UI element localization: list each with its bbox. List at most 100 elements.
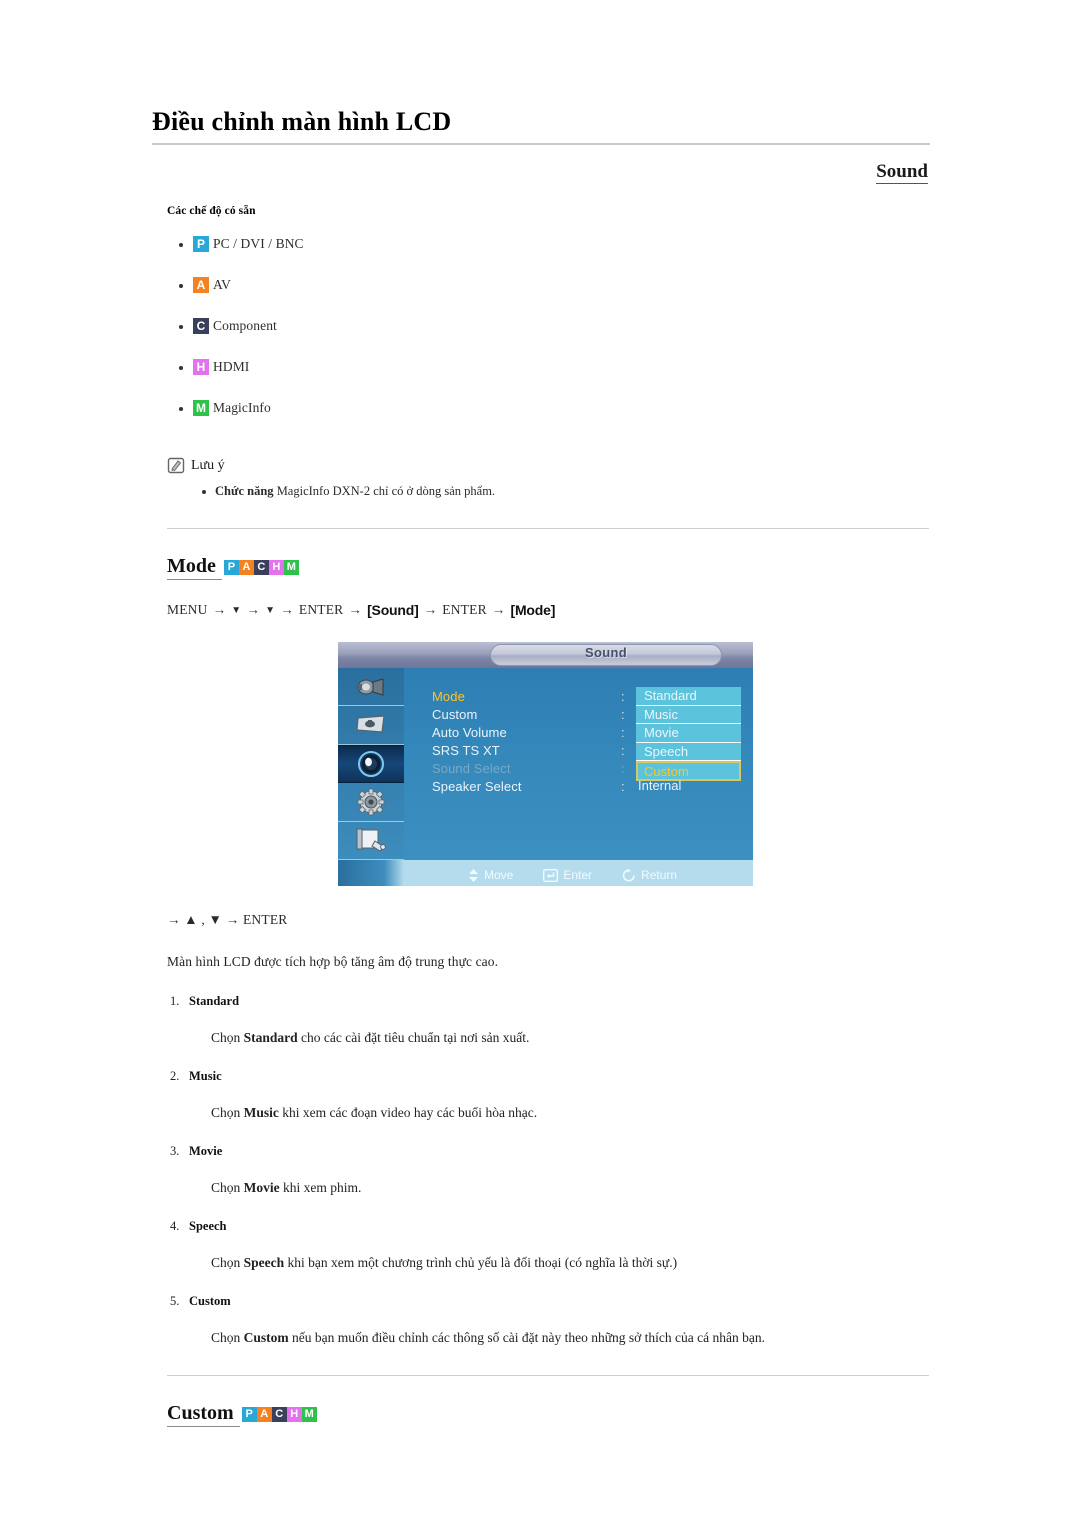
menu-path-enter: ENTER xyxy=(298,602,344,617)
list-item: M MagicInfo xyxy=(179,399,929,417)
osd-mode-dropdown[interactable]: Standard Music Movie Speech Custom xyxy=(636,687,741,781)
list-item-label: PC / DVI / BNC xyxy=(213,236,304,251)
hdmi-badge-icon: H xyxy=(193,359,209,375)
list-item-label: AV xyxy=(213,277,231,292)
magicinfo-badge-icon: M xyxy=(283,560,299,575)
pc-badge-icon: P xyxy=(241,1407,257,1422)
osd-footer-notch xyxy=(338,860,404,886)
osd-colon: : xyxy=(621,779,625,794)
arrow-right-icon: → xyxy=(246,602,261,617)
note-item-text: MagicInfo DXN-2 chỉ có ở dòng sản phẩm. xyxy=(273,484,496,498)
mode-badges: P A C H M xyxy=(223,560,299,575)
note-title: Lưu ý xyxy=(191,458,225,473)
osd-title: Sound xyxy=(585,645,627,660)
mode-option-title: Movie xyxy=(189,1144,223,1158)
osd-hint-label: Return xyxy=(641,868,678,882)
mode-option-body: Chọn Speech khi bạn xem một chương trình… xyxy=(211,1255,678,1270)
osd-field-srs-ts-xt[interactable]: SRS TS XT xyxy=(432,742,612,760)
component-badge-icon: C xyxy=(253,560,269,575)
mode-option-title: Music xyxy=(189,1069,222,1083)
list-item-label: HDMI xyxy=(213,359,250,374)
osd-footer-hints: Move Enter Return xyxy=(468,868,677,882)
note-items: Chức năng MagicInfo DXN-2 chỉ có ở dòng … xyxy=(167,483,929,500)
osd-option-music[interactable]: Music xyxy=(636,705,741,724)
pc-badge-icon: P xyxy=(223,560,239,575)
hdmi-badge-icon: H xyxy=(286,1407,302,1422)
menu-path-start: MENU xyxy=(167,602,208,617)
osd-colon: : xyxy=(621,725,625,740)
custom-badges: P A C H M xyxy=(241,1407,317,1422)
osd-colon-column: : : : : : : xyxy=(621,688,625,796)
osd-menu: Sound Mode Custom Auto Volume SRS TS XT … xyxy=(338,642,753,886)
section-divider xyxy=(167,528,929,529)
osd-hint-label: Move xyxy=(484,868,514,882)
osd-colon: : xyxy=(621,743,625,758)
component-badge-icon: C xyxy=(271,1407,287,1422)
arrow-right-icon: → xyxy=(280,602,294,617)
document-header: Điều chỉnh màn hình LCD Sound xyxy=(152,107,930,184)
menu-path-mode-token: [Mode] xyxy=(510,602,556,618)
note-header: Lưu ý xyxy=(167,457,929,475)
arrow-down-icon: ▼ xyxy=(265,604,276,616)
osd-sidebar-item-picture[interactable] xyxy=(338,706,404,745)
list-item: A AV xyxy=(179,276,929,294)
menu-path-sound-token: [Sound] xyxy=(367,602,419,618)
list-item: H HDMI xyxy=(179,358,929,376)
menu-path-enter: ENTER xyxy=(442,602,487,617)
mode-options-list: Standard Chọn Standard cho các cài đặt t… xyxy=(167,994,929,1347)
osd-field-custom[interactable]: Custom xyxy=(432,706,612,724)
mode-option-body: Chọn Music khi xem các đoạn video hay cá… xyxy=(211,1105,538,1120)
section-divider xyxy=(167,1375,929,1376)
osd-colon: : xyxy=(621,707,625,722)
list-item: P PC / DVI / BNC xyxy=(179,235,929,253)
mode-option-body: Chọn Standard cho các cài đặt tiêu chuẩn… xyxy=(211,1030,530,1045)
custom-heading-text: Custom xyxy=(167,1402,240,1427)
document-page: Điều chỉnh màn hình LCD Sound Các chế độ… xyxy=(0,0,1080,1527)
osd-screenshot-wrapper: Sound Mode Custom Auto Volume SRS TS XT … xyxy=(338,642,753,886)
available-modes-list: P PC / DVI / BNC A AV C Component H HDMI… xyxy=(167,235,929,417)
sound-speaker-icon xyxy=(358,750,384,777)
osd-sidebar xyxy=(338,668,404,860)
menu-navigation-path: MENU → ▼ → ▼ → ENTER → [Sound] → ENTER →… xyxy=(167,602,929,618)
enter-key-icon xyxy=(543,868,559,882)
osd-option-movie[interactable]: Movie xyxy=(636,724,741,743)
osd-option-speech[interactable]: Speech xyxy=(636,742,741,761)
osd-field-auto-volume[interactable]: Auto Volume xyxy=(432,724,612,742)
av-badge-icon: A xyxy=(238,560,254,575)
arrow-down-icon: ▼ xyxy=(231,604,242,616)
list-item: Music Chọn Music khi xem các đoạn video … xyxy=(170,1069,929,1122)
key-navigation-path: → ▲ , ▼ → ENTER xyxy=(167,912,288,927)
list-item-label: MagicInfo xyxy=(213,400,271,415)
osd-sidebar-item-setup[interactable] xyxy=(338,783,404,822)
osd-hint-move: Move xyxy=(468,868,513,882)
input-source-icon xyxy=(357,678,384,696)
picture-screen-icon xyxy=(356,715,385,733)
list-item: Standard Chọn Standard cho các cài đặt t… xyxy=(170,994,929,1047)
mode-description: Màn hình LCD được tích hợp bộ tăng âm độ… xyxy=(167,954,499,969)
mode-option-body: Chọn Movie khi xem phim. xyxy=(211,1180,362,1195)
list-item-label: Component xyxy=(213,318,277,333)
title-divider xyxy=(152,142,930,145)
osd-sidebar-item-multicontrol[interactable] xyxy=(338,822,404,860)
arrow-right-icon: → xyxy=(491,602,506,617)
list-item: Movie Chọn Movie khi xem phim. xyxy=(170,1144,929,1197)
osd-sidebar-item-input[interactable] xyxy=(338,668,404,707)
page-title: Điều chỉnh màn hình LCD xyxy=(152,107,452,136)
osd-sidebar-item-sound[interactable] xyxy=(338,744,404,784)
osd-hint-label: Enter xyxy=(563,868,593,882)
osd-hint-enter: Enter xyxy=(543,868,592,882)
osd-option-standard[interactable]: Standard xyxy=(636,687,741,706)
osd-field-speaker-select[interactable]: Speaker Select xyxy=(432,778,612,796)
multi-control-icon xyxy=(356,828,386,852)
setup-gear-icon xyxy=(357,788,385,816)
osd-field-sound-select: Sound Select xyxy=(432,761,511,776)
section-title: Sound xyxy=(876,160,928,184)
note-item-bold: Chức năng xyxy=(215,484,274,498)
arrow-right-icon: → xyxy=(348,602,363,617)
mode-option-title: Custom xyxy=(189,1294,231,1308)
osd-colon: : xyxy=(621,689,625,704)
updown-arrow-icon xyxy=(469,868,478,882)
osd-field-mode[interactable]: Mode xyxy=(432,688,612,706)
osd-field-labels: Mode Custom Auto Volume SRS TS XT Sound … xyxy=(432,688,612,796)
mode-option-title: Speech xyxy=(189,1219,227,1233)
